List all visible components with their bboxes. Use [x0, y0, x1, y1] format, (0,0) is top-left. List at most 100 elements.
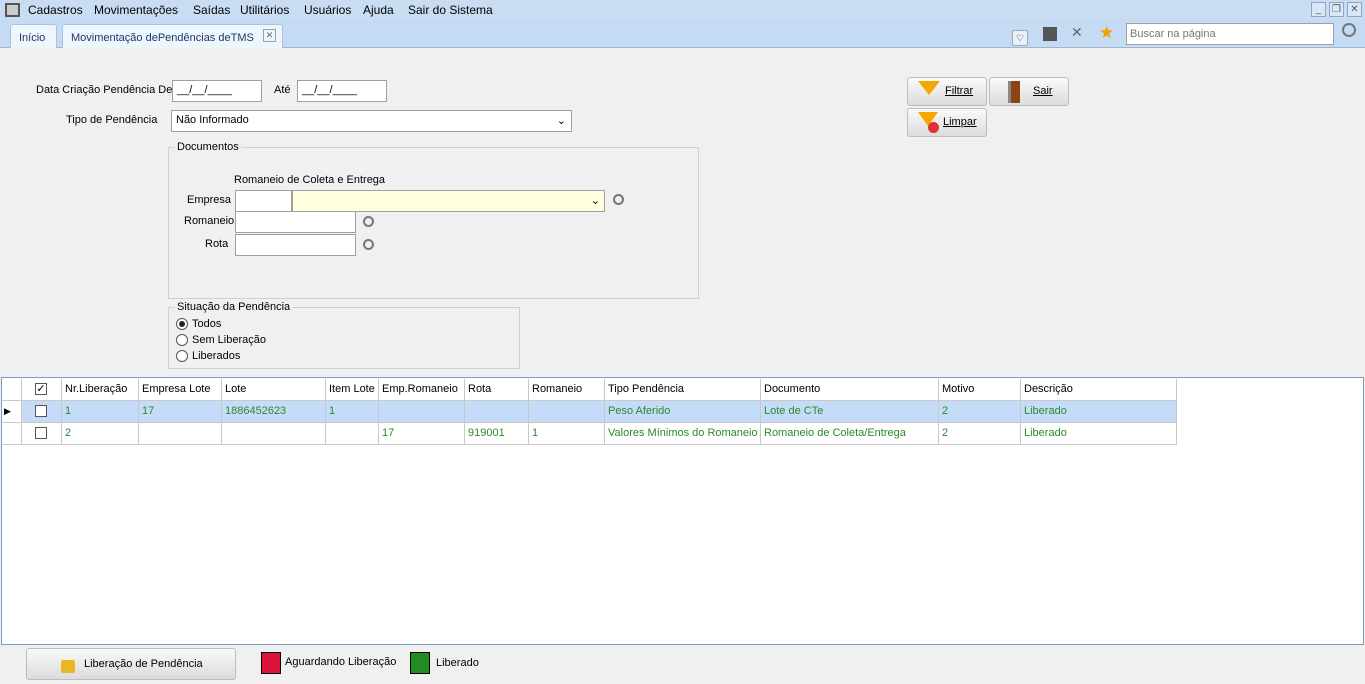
- liberacao-pendencia-button[interactable]: Liberação de Pendência: [26, 648, 236, 680]
- door-icon: [1008, 81, 1020, 103]
- restore-button[interactable]: ❐: [1329, 2, 1344, 17]
- menu-cadastros[interactable]: Cadastros: [28, 3, 83, 17]
- row-checkbox[interactable]: [35, 405, 47, 417]
- button-label: Limpar: [943, 116, 977, 128]
- table-cell: 2: [939, 401, 1021, 423]
- romaneio-section-label: Romaneio de Coleta e Entrega: [234, 174, 386, 186]
- column-header[interactable]: Emp.Romaneio: [379, 379, 465, 401]
- close-window-button[interactable]: ✕: [1347, 2, 1362, 17]
- column-header[interactable]: Tipo Pendência: [605, 379, 761, 401]
- romaneio-search-icon[interactable]: [363, 216, 374, 227]
- table-cell: [379, 401, 465, 423]
- legend-label-aguardando: Aguardando Liberação: [285, 656, 397, 668]
- table-cell: 1886452623: [222, 401, 326, 423]
- search-icon[interactable]: [1342, 23, 1356, 37]
- tab-movimentacao-pendencias[interactable]: Movimentação dePendências deTMS ✕: [62, 24, 283, 48]
- column-header[interactable]: Rota: [465, 379, 529, 401]
- filtrar-button[interactable]: Filtrar: [907, 77, 987, 106]
- radio-label: Sem Liberação: [192, 334, 266, 346]
- table-cell: 1: [62, 401, 139, 423]
- button-label: Liberação de Pendência: [84, 658, 203, 670]
- menu-bar: Cadastros Movimentações Saídas Utilitári…: [0, 0, 1365, 20]
- table-cell: 1: [326, 401, 379, 423]
- close-tab-icon[interactable]: ✕: [263, 29, 276, 42]
- row-indicator[interactable]: ▶: [2, 401, 22, 423]
- table-cell: 2: [62, 423, 139, 445]
- header-select-all[interactable]: ✓: [22, 379, 62, 401]
- tab-inicio[interactable]: Início: [10, 24, 57, 48]
- menu-sair-sistema[interactable]: Sair do Sistema: [408, 3, 493, 17]
- star-icon[interactable]: ★: [1099, 23, 1114, 43]
- column-header[interactable]: Item Lote: [326, 379, 379, 401]
- screen-off-icon[interactable]: [1043, 27, 1057, 41]
- search-input[interactable]: [1126, 23, 1334, 45]
- menu-utilitarios[interactable]: Utilitários: [240, 3, 289, 17]
- column-header[interactable]: Romaneio: [529, 379, 605, 401]
- selected-value: Não Informado: [176, 114, 249, 126]
- favorite-heart-icon[interactable]: ♡: [1012, 30, 1028, 46]
- row-checkbox[interactable]: [35, 427, 47, 439]
- empresa-code-input[interactable]: [235, 190, 292, 212]
- table-cell: [465, 401, 529, 423]
- table-cell: Liberado: [1021, 401, 1177, 423]
- unpin-icon[interactable]: ✕: [1071, 24, 1083, 41]
- documentos-group: Documentos Romaneio de Coleta e Entrega …: [168, 141, 699, 299]
- limpar-button[interactable]: Limpar: [907, 108, 987, 137]
- empresa-select[interactable]: ⌄: [292, 190, 605, 212]
- minimize-button[interactable]: _: [1311, 2, 1326, 17]
- rota-search-icon[interactable]: [363, 239, 374, 250]
- column-header[interactable]: Lote: [222, 379, 326, 401]
- documentos-legend: Documentos: [175, 141, 241, 153]
- chevron-down-icon: ⌄: [590, 195, 600, 207]
- radio-todos[interactable]: [176, 318, 188, 330]
- table-cell: [139, 423, 222, 445]
- remove-badge-icon: [928, 122, 939, 133]
- empresa-label: Empresa: [187, 194, 232, 206]
- empresa-search-icon[interactable]: [613, 194, 624, 205]
- table-cell: 919001: [465, 423, 529, 445]
- menu-movimentacoes[interactable]: Movimentações: [94, 3, 178, 17]
- radio-label: Liberados: [192, 350, 241, 362]
- sair-button[interactable]: Sair: [989, 77, 1069, 106]
- table-cell: Peso Aferido: [605, 401, 761, 423]
- tab-label: Movimentação dePendências deTMS: [71, 32, 254, 44]
- date-from-input[interactable]: __/__/____: [172, 80, 262, 102]
- chevron-down-icon: ⌄: [556, 115, 566, 127]
- select-all-checkbox[interactable]: ✓: [35, 383, 47, 395]
- column-header[interactable]: Motivo: [939, 379, 1021, 401]
- table-cell: 1: [529, 423, 605, 445]
- column-header[interactable]: Empresa Lote: [139, 379, 222, 401]
- column-header[interactable]: Descrição: [1021, 379, 1177, 401]
- tipo-pendencia-label: Tipo de Pendência: [66, 114, 158, 126]
- menu-ajuda[interactable]: Ajuda: [363, 3, 394, 17]
- table-cell: [529, 401, 605, 423]
- legend-swatch-liberado: [410, 652, 430, 674]
- button-label: Filtrar: [945, 85, 974, 97]
- menu-usuarios[interactable]: Usuários: [304, 3, 351, 17]
- radio-sem-liberacao[interactable]: [176, 334, 188, 346]
- romaneio-input[interactable]: [235, 211, 356, 233]
- romaneio-label: Romaneio: [184, 215, 235, 227]
- situacao-legend: Situação da Pendência: [175, 301, 293, 313]
- row-select-cell[interactable]: [22, 423, 62, 445]
- legend-swatch-aguardando: [261, 652, 281, 674]
- situacao-group: Situação da Pendência Todos Sem Liberaçã…: [168, 301, 520, 369]
- tipo-pendencia-select[interactable]: Não Informado ⌄: [171, 110, 572, 132]
- tab-label: Início: [19, 32, 46, 44]
- row-select-cell[interactable]: [22, 401, 62, 423]
- table-cell: [326, 423, 379, 445]
- button-label: Sair: [1033, 85, 1053, 97]
- column-header[interactable]: Nr.Liberação: [62, 379, 139, 401]
- tab-bar: Início Movimentação dePendências deTMS ✕…: [0, 20, 1365, 48]
- row-indicator[interactable]: [2, 423, 22, 445]
- rota-input[interactable]: [235, 234, 356, 256]
- table-cell: Valores Mínimos do Romaneio: [605, 423, 761, 445]
- rota-label: Rota: [205, 238, 229, 250]
- column-header[interactable]: Documento: [761, 379, 939, 401]
- app-icon: [5, 3, 20, 17]
- filter-icon: [918, 81, 940, 95]
- unlock-icon: [61, 660, 75, 673]
- menu-saidas[interactable]: Saídas: [193, 3, 230, 17]
- date-to-input[interactable]: __/__/____: [297, 80, 387, 102]
- radio-liberados[interactable]: [176, 350, 188, 362]
